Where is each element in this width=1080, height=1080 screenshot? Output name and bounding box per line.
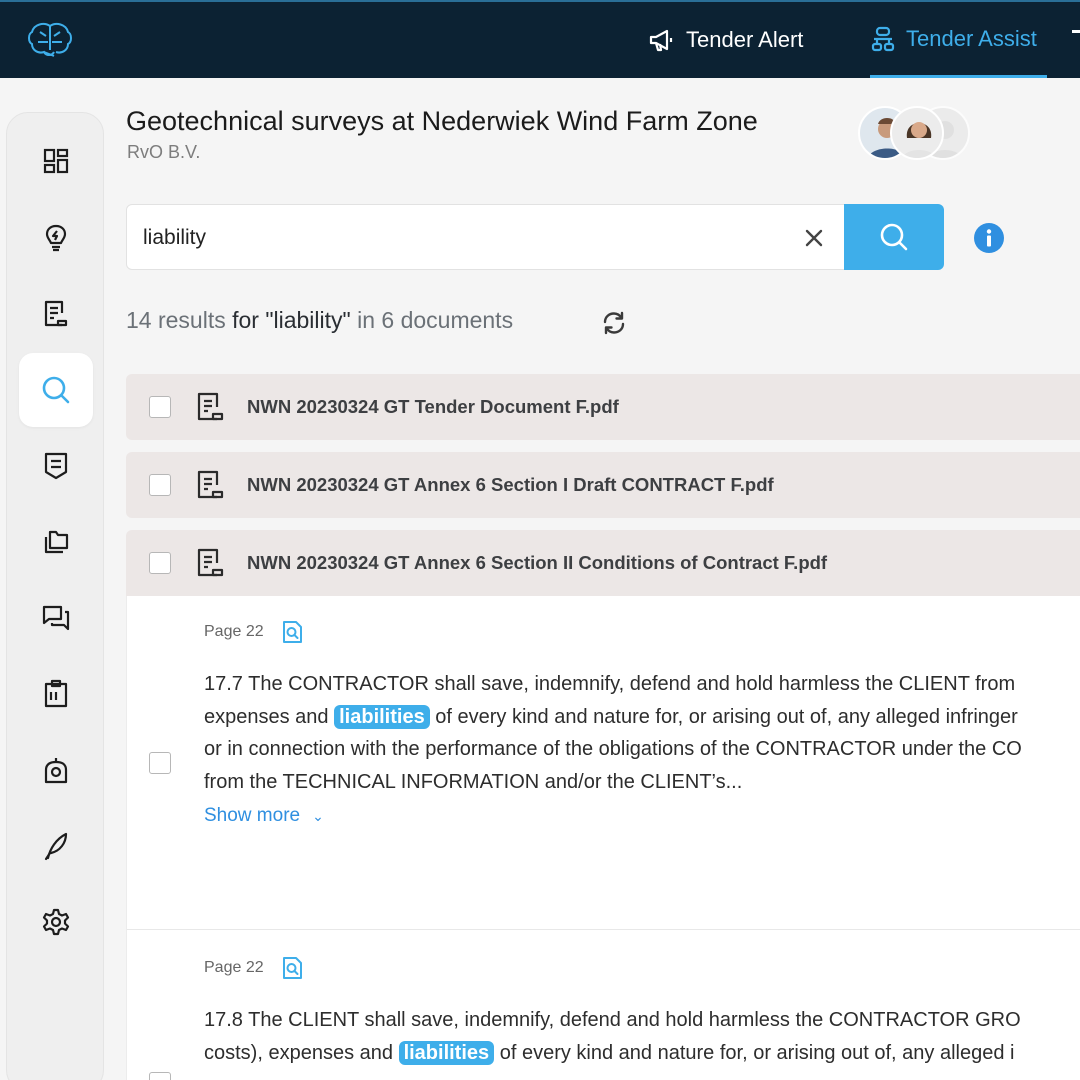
document-checkbox[interactable] [149, 552, 171, 574]
results-count: 14 results [126, 307, 226, 333]
page-preview-icon[interactable] [281, 956, 303, 980]
team-avatars[interactable] [858, 106, 978, 160]
snippet-line: costs), expenses and liabilities of ever… [204, 1040, 1015, 1065]
document-checkbox[interactable] [149, 396, 171, 418]
megaphone-icon [649, 29, 673, 52]
search-highlight: liabilities [334, 704, 430, 729]
gear-icon [42, 908, 70, 936]
document-checkbox[interactable] [149, 474, 171, 496]
page-title: Geotechnical surveys at Nederwiek Wind F… [126, 106, 758, 136]
sidebar-item-chat[interactable] [19, 581, 93, 655]
snippet-line: 17.8 The CLIENT shall save, indemnify, d… [204, 1009, 1021, 1031]
show-more-link[interactable]: Show more ⌄ [204, 805, 324, 827]
snippet-line: from the TECHNICAL INFORMATION and/or th… [204, 770, 743, 793]
hit-page-label: Page 22 [204, 623, 264, 640]
search-input[interactable] [143, 219, 763, 257]
snippet-line: expenses and liabilities of every kind a… [204, 704, 1018, 729]
info-icon [974, 223, 1004, 253]
sidebar-item-clipboard[interactable] [19, 657, 93, 731]
chevron-down-icon: ⌄ [312, 808, 324, 824]
sidebar-item-dashboard[interactable] [19, 124, 93, 198]
search-field [126, 204, 846, 270]
nav-overflow-indicator [1072, 30, 1080, 33]
page-subtitle: RvO B.V. [127, 142, 201, 162]
snippet-line: or in connection with the performance of… [204, 738, 1022, 760]
document-name[interactable]: NWN 20230324 GT Annex 6 Section I Draft … [247, 474, 774, 496]
search-icon [42, 376, 70, 404]
results-summary: 14 results for "liability" in 6 document… [126, 307, 513, 334]
shield-list-icon [44, 452, 68, 480]
map-pin-icon [44, 758, 68, 784]
document-row[interactable]: NWN 20230324 GT Tender Document F.pdf [126, 374, 1080, 440]
sidebar-item-files[interactable] [19, 505, 93, 579]
lightbulb-icon [45, 224, 67, 252]
nav-tender-alert[interactable]: Tender Alert [648, 2, 803, 78]
brain-logo-icon[interactable] [26, 20, 74, 60]
files-icon [44, 530, 69, 554]
document-icon [197, 548, 224, 577]
hit-checkbox[interactable] [149, 1072, 171, 1080]
feather-icon [44, 832, 68, 861]
sidebar-item-settings[interactable] [19, 885, 93, 959]
refresh-button[interactable] [600, 309, 628, 337]
divider [127, 929, 1080, 930]
info-button[interactable] [973, 222, 1005, 254]
nav-tender-alert-label: Tender Alert [686, 27, 804, 52]
page-preview-icon[interactable] [281, 620, 303, 644]
assist-icon [871, 26, 895, 51]
nav-tender-assist[interactable]: Tender Assist [870, 2, 1047, 78]
dashboard-icon [43, 148, 69, 174]
snippet-line: 17.7 The CONTRACTOR shall save, indemnif… [204, 673, 1016, 695]
document-icon [197, 470, 224, 499]
clear-search-button[interactable] [799, 223, 829, 253]
nav-tender-assist-label: Tender Assist [906, 25, 1037, 51]
document-name[interactable]: NWN 20230324 GT Annex 6 Section II Condi… [247, 552, 827, 574]
close-icon [805, 229, 823, 247]
hit-snippet: 17.7 The CONTRACTOR shall save, indemnif… [204, 668, 1080, 798]
search-button[interactable] [844, 204, 944, 270]
sidebar-item-search[interactable] [19, 353, 93, 427]
document-row-expanded[interactable]: NWN 20230324 GT Annex 6 Section II Condi… [126, 530, 1080, 596]
search-highlight: liabilities [398, 1040, 495, 1065]
sidebar [6, 112, 104, 1080]
results-documents: in 6 documents [357, 307, 514, 333]
document-row[interactable]: NWN 20230324 GT Annex 6 Section I Draft … [126, 452, 1080, 518]
chat-icon [42, 605, 70, 631]
search-icon [880, 223, 908, 251]
hit-snippet: 17.8 The CLIENT shall save, indemnify, d… [204, 1004, 1080, 1069]
document-name[interactable]: NWN 20230324 GT Tender Document F.pdf [247, 396, 619, 418]
hit-checkbox[interactable] [149, 752, 171, 774]
refresh-icon [603, 311, 625, 335]
document-icon [197, 392, 224, 421]
avatar[interactable] [890, 106, 944, 160]
search-hits-panel: Page 22 17.7 The CONTRACTOR shall save, … [126, 596, 1080, 1080]
sidebar-item-insights[interactable] [19, 201, 93, 275]
document-edit-icon [44, 300, 68, 327]
results-query: for "liability" [232, 307, 351, 333]
sidebar-item-writing[interactable] [19, 809, 93, 883]
clipboard-icon [44, 679, 68, 708]
hit-page-label: Page 22 [204, 959, 264, 976]
top-navigation-bar: Tender Alert Tender Assist [0, 0, 1080, 78]
sidebar-item-location[interactable] [19, 733, 93, 807]
sidebar-item-summary[interactable] [19, 429, 93, 503]
sidebar-item-documents[interactable] [19, 277, 93, 351]
